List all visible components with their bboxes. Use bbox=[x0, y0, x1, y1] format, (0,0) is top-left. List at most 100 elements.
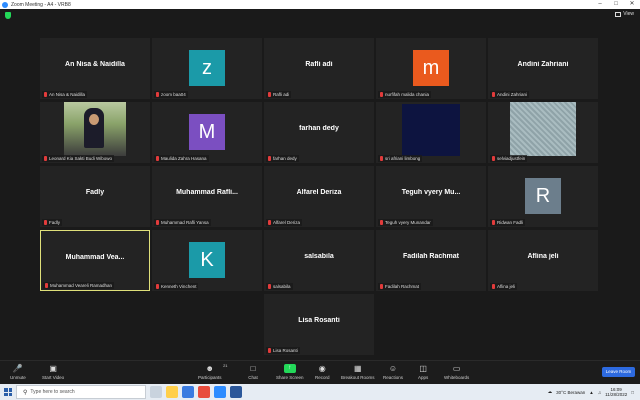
participant-tile[interactable]: M Maulida Zahra Hasana bbox=[152, 102, 262, 163]
participant-tile[interactable]: salsabila salsabila bbox=[264, 230, 374, 291]
participant-tile[interactable]: An Nisa & Naidilla An Nisa & Naidilla bbox=[40, 38, 150, 99]
window-controls: – □ ✕ bbox=[592, 0, 640, 9]
notifications-icon[interactable]: □ bbox=[631, 390, 634, 395]
participant-tile[interactable]: R Ridwan Fadli bbox=[488, 166, 598, 227]
participant-display-name: Andini Zahriani bbox=[517, 61, 569, 68]
participant-name-label: Muhammad Rafli Yansa bbox=[161, 220, 209, 225]
close-icon[interactable]: ✕ bbox=[624, 0, 640, 9]
participant-tile[interactable]: farhan dedy farhan dedy bbox=[264, 102, 374, 163]
participant-tile[interactable]: selviadjustfein bbox=[488, 102, 598, 163]
participant-tile[interactable]: Fadly Fadly bbox=[40, 166, 150, 227]
participant-avatar: M bbox=[189, 114, 225, 150]
participants-button[interactable]: ☻ 21 Participants bbox=[198, 363, 228, 380]
network-icon[interactable]: ▲ bbox=[589, 390, 593, 395]
muted-mic-icon bbox=[268, 92, 271, 97]
word-icon[interactable] bbox=[230, 386, 242, 398]
participant-name-label: Leonard Kia Sakti Budi Wibowo bbox=[49, 156, 113, 161]
reactions-button[interactable]: ☺ Reactions bbox=[383, 364, 403, 380]
participant-tile[interactable]: Leonard Kia Sakti Budi Wibowo bbox=[40, 102, 150, 163]
file-explorer-icon[interactable] bbox=[166, 386, 178, 398]
participant-tile[interactable]: Aflina jeli Aflina jeli bbox=[488, 230, 598, 291]
participant-tile[interactable]: Rafli adi Rafli adi bbox=[264, 38, 374, 99]
meeting-top-bar bbox=[0, 9, 640, 23]
participant-display-name: salsabila bbox=[304, 253, 334, 260]
participant-tile[interactable]: Teguh vyery Mu... Teguh vyery Munandar bbox=[376, 166, 486, 227]
participant-display-name: Lisa Rosanti bbox=[298, 317, 340, 324]
zoom-taskbar-icon[interactable] bbox=[214, 386, 226, 398]
whiteboards-button[interactable]: ▭ Whiteboards bbox=[444, 364, 469, 380]
weather-icon: ☁ bbox=[547, 389, 553, 394]
participant-tile[interactable]: z zoom baa04 bbox=[152, 38, 262, 99]
muted-mic-icon bbox=[380, 220, 383, 225]
volume-icon[interactable]: ♫ bbox=[598, 390, 601, 395]
task-view-icon[interactable] bbox=[150, 386, 162, 398]
participant-tile[interactable]: Muhammad Vea... Muhammad Veareli Ramadhan bbox=[40, 230, 150, 291]
participant-display-name: Alfarel Deriza bbox=[296, 189, 342, 196]
participant-name-tag: Fadilah Rachmat bbox=[378, 283, 422, 290]
participant-name-label: Fadly bbox=[49, 220, 61, 225]
participant-name-tag: Fadly bbox=[42, 219, 63, 226]
participant-tile[interactable]: Andini Zahriani Andini Zahriani bbox=[488, 38, 598, 99]
start-video-button[interactable]: ▣ Start Video bbox=[42, 364, 64, 380]
participants-count: 21 bbox=[223, 363, 228, 368]
muted-mic-icon bbox=[156, 220, 159, 225]
muted-mic-icon bbox=[380, 284, 383, 289]
muted-mic-icon bbox=[492, 156, 495, 161]
apps-button[interactable]: ◫ Apps bbox=[418, 364, 428, 380]
participant-tile[interactable]: Muhammad Rafli... Muhammad Rafli Yansa bbox=[152, 166, 262, 227]
maximize-icon[interactable]: □ bbox=[608, 0, 624, 9]
clock-date: 11/28/2022 bbox=[605, 392, 628, 397]
grid-view-icon bbox=[615, 11, 622, 17]
participant-tile[interactable]: Lisa Rosanti Lisa Rosanti bbox=[264, 294, 374, 355]
muted-mic-icon bbox=[492, 284, 495, 289]
taskbar-apps bbox=[150, 386, 242, 398]
participant-avatar: R bbox=[525, 178, 561, 214]
muted-mic-icon bbox=[380, 156, 383, 161]
participant-name-label: farhan dedy bbox=[273, 156, 297, 161]
record-button[interactable]: ◉ Record bbox=[315, 364, 330, 380]
participant-name-tag: nurfifah malida chania bbox=[378, 91, 432, 98]
search-input[interactable]: Type here to search bbox=[30, 389, 74, 395]
unmute-button[interactable]: 🎤 Unmute bbox=[10, 364, 26, 380]
muted-mic-icon bbox=[44, 156, 47, 161]
chat-icon: □ bbox=[250, 364, 256, 373]
leave-room-button[interactable]: Leave Room bbox=[602, 367, 635, 377]
whiteboards-icon: ▭ bbox=[452, 364, 461, 373]
muted-mic-icon bbox=[380, 92, 383, 97]
chrome-icon[interactable] bbox=[198, 386, 210, 398]
participant-tile[interactable]: K Kenneth Vinchent bbox=[152, 230, 262, 291]
breakout-rooms-button[interactable]: ▦ Breakout Rooms bbox=[341, 364, 375, 380]
shield-icon[interactable] bbox=[5, 12, 11, 19]
participant-name-label: Ridwan Fadli bbox=[497, 220, 524, 225]
participant-name-tag: Rafli adi bbox=[266, 91, 292, 98]
participant-name-tag: An Nisa & Naidilla bbox=[42, 91, 88, 98]
view-label: View bbox=[623, 11, 634, 17]
clock[interactable]: 16:09 11/28/2022 bbox=[605, 387, 627, 397]
minimize-icon[interactable]: – bbox=[592, 0, 608, 9]
weather-text[interactable]: 30°C Berawan bbox=[556, 390, 585, 395]
record-label: Record bbox=[315, 375, 330, 380]
participant-name-label: zoom baa04 bbox=[161, 92, 186, 97]
taskbar-search[interactable]: ⚲ Type here to search bbox=[16, 385, 146, 399]
participant-tile[interactable]: m nurfifah malida chania bbox=[376, 38, 486, 99]
windows-logo-icon bbox=[4, 388, 12, 396]
muted-mic-icon bbox=[268, 220, 271, 225]
participant-avatar: K bbox=[189, 242, 225, 278]
video-off-icon: ▣ bbox=[49, 364, 57, 373]
start-button[interactable] bbox=[0, 384, 16, 400]
participant-display-name: Aflina jeli bbox=[527, 253, 559, 260]
participant-display-name: Teguh vyery Mu... bbox=[401, 189, 461, 196]
view-button[interactable]: View bbox=[615, 11, 634, 17]
breakout-rooms-icon: ▦ bbox=[353, 364, 362, 373]
participant-name-tag: farhan dedy bbox=[266, 155, 299, 162]
participant-tile[interactable]: Alfarel Deriza Alfarel Deriza bbox=[264, 166, 374, 227]
participant-tile[interactable]: sri afriani limbong bbox=[376, 102, 486, 163]
reactions-icon: ☺ bbox=[388, 364, 398, 373]
share-screen-button[interactable]: ↑ Share Screen bbox=[276, 364, 304, 380]
chat-label: Chat bbox=[248, 375, 258, 380]
participant-name-tag: selviadjustfein bbox=[490, 155, 528, 162]
participant-display-name: Fadilah Rachmat bbox=[402, 253, 459, 260]
chat-button[interactable]: □ Chat bbox=[248, 364, 258, 380]
edge-icon[interactable] bbox=[182, 386, 194, 398]
participant-tile[interactable]: Fadilah Rachmat Fadilah Rachmat bbox=[376, 230, 486, 291]
